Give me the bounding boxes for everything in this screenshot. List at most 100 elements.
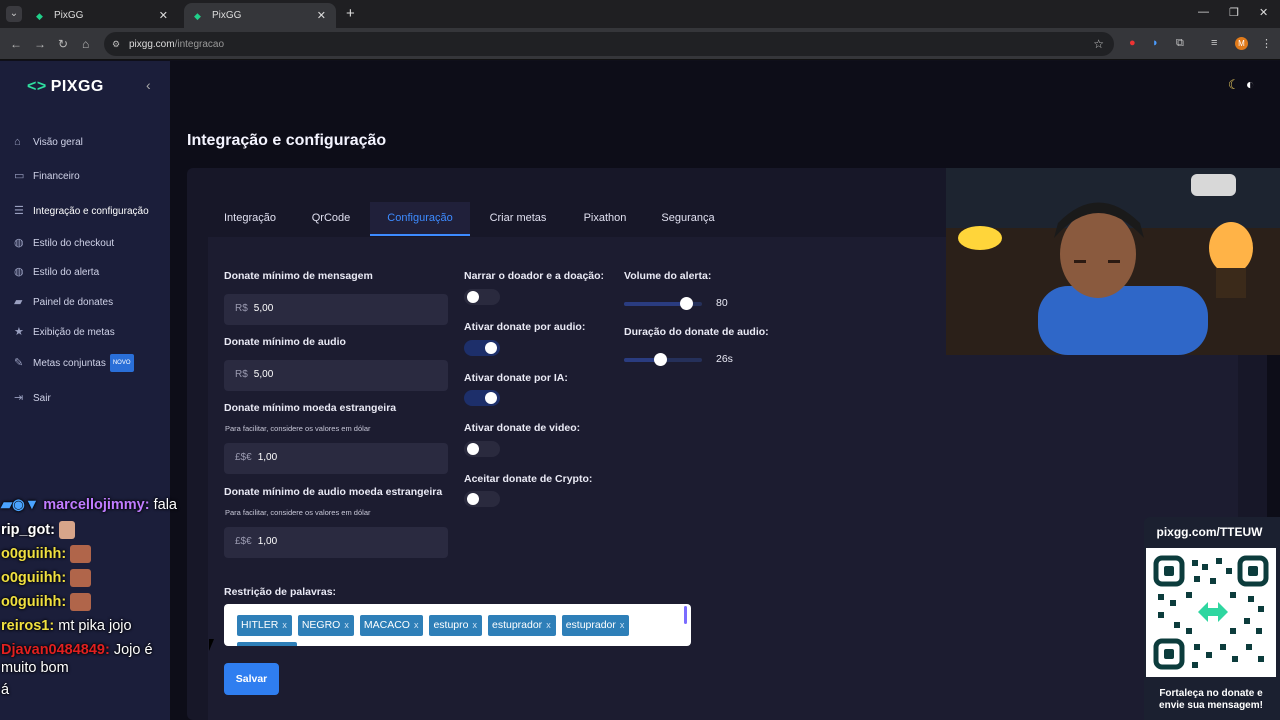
chat-username[interactable]: o0guiihh: bbox=[1, 570, 66, 586]
forward-icon[interactable]: → bbox=[34, 37, 46, 51]
remove-tag-icon[interactable]: x bbox=[546, 620, 551, 630]
bookmark-star-icon[interactable]: ☆ bbox=[1093, 37, 1104, 51]
tab-qrcode[interactable]: QrCode bbox=[298, 202, 364, 236]
browser-menu-icon[interactable]: ⋮ bbox=[1261, 37, 1272, 50]
chat-text: fala bbox=[153, 497, 177, 513]
min-message-input[interactable]: R$ 5,00 bbox=[224, 294, 448, 325]
sidebar-item-metas-conjuntas[interactable]: ✎ Metas conjuntas NOVO bbox=[14, 354, 134, 372]
min-audio-label: Donate mínimo de audio bbox=[224, 336, 346, 348]
media-icon[interactable]: ≡ bbox=[1211, 37, 1217, 49]
sidebar-item-estilo-checkout[interactable]: ◍ Estilo do checkout bbox=[14, 235, 114, 251]
chat-username[interactable]: o0guiihh: bbox=[1, 594, 66, 610]
sidebar-item-painel-donates[interactable]: ▰ Painel de donates bbox=[14, 294, 113, 310]
sidebar-item-financeiro[interactable]: ▭ Financeiro bbox=[14, 168, 80, 184]
streamer-webcam-image bbox=[946, 168, 1280, 355]
ia-donate-toggle[interactable] bbox=[464, 390, 500, 406]
address-bar[interactable]: ⚙ pixgg.com/integracao ☆ bbox=[104, 32, 1114, 56]
sidebar-item-visao-geral[interactable]: ⌂ Visão geral bbox=[14, 134, 83, 150]
extensions-puzzle-icon[interactable]: ⧉ bbox=[1176, 37, 1184, 50]
toggle-knob bbox=[467, 443, 479, 455]
restricted-word-tag[interactable]: NEGRO x bbox=[297, 615, 354, 636]
chat-emote-icon bbox=[70, 593, 92, 611]
close-tab-icon[interactable]: ✕ bbox=[317, 9, 326, 22]
new-tab-button[interactable]: + bbox=[346, 5, 355, 22]
currency-prefix: £$€ bbox=[235, 536, 252, 547]
sidebar-item-label: Financeiro bbox=[33, 171, 80, 182]
min-foreign-input[interactable]: £$€ 1,00 bbox=[224, 443, 448, 474]
volume-value: 80 bbox=[716, 297, 728, 309]
pixgg-favicon-icon: ◆ bbox=[36, 11, 43, 21]
chat-username[interactable]: rip_got: bbox=[1, 522, 55, 538]
chat-message: Djavan0484849: Jojo é bbox=[1, 642, 153, 658]
sidebar-item-estilo-alerta[interactable]: ◍ Estilo do alerta bbox=[14, 264, 99, 280]
brand-logo[interactable]: <> PIXGG bbox=[27, 78, 104, 96]
input-value: 5,00 bbox=[253, 303, 274, 314]
page-title: Integração e configuração bbox=[187, 132, 387, 149]
restricted-word-tag[interactable]: MACACO x bbox=[359, 615, 424, 636]
toggle-knob bbox=[467, 291, 479, 303]
word-restriction-input[interactable]: HITLER x NEGRO x MACACO x estupro x estuprador x e… bbox=[224, 604, 691, 646]
narrate-donor-toggle[interactable] bbox=[464, 289, 500, 305]
video-donate-toggle[interactable] bbox=[464, 441, 500, 457]
profile-avatar[interactable]: M bbox=[1235, 37, 1248, 50]
collapse-sidebar-icon[interactable]: ‹ bbox=[146, 77, 151, 93]
list-icon: ☰ bbox=[14, 205, 24, 217]
tag-overflow bbox=[237, 642, 297, 646]
extension-icon[interactable]: ● bbox=[1129, 37, 1136, 49]
browser-tab-1[interactable]: ◆ PixGG ✕ bbox=[26, 3, 178, 28]
tab-configuracao[interactable]: Configuração bbox=[370, 202, 470, 236]
min-audio-input[interactable]: R$ 5,00 bbox=[224, 360, 448, 391]
min-foreign-audio-input[interactable]: £$€ 1,00 bbox=[224, 527, 448, 558]
volume-slider[interactable] bbox=[624, 297, 702, 310]
input-value: 1,00 bbox=[257, 536, 278, 547]
restricted-word-tag[interactable]: estuprador x bbox=[487, 615, 556, 636]
remove-tag-icon[interactable]: x bbox=[472, 620, 477, 630]
crypto-donate-toggle[interactable] bbox=[464, 491, 500, 507]
chat-text: muito bom bbox=[1, 660, 69, 676]
site-info-icon[interactable]: ⚙ bbox=[112, 39, 120, 50]
tab-criar-metas[interactable]: Criar metas bbox=[476, 202, 560, 236]
tag-label: MACACO bbox=[363, 619, 410, 631]
audio-duration-value: 26s bbox=[716, 353, 733, 365]
folder-icon: ▰ bbox=[14, 296, 23, 308]
chat-username[interactable]: Djavan0484849: bbox=[1, 642, 110, 658]
chat-username[interactable]: reiros1: bbox=[1, 618, 54, 634]
remove-tag-icon[interactable]: x bbox=[282, 620, 287, 630]
close-window-button[interactable]: ✕ bbox=[1259, 6, 1268, 19]
chat-username[interactable]: o0guiihh: bbox=[1, 546, 66, 562]
chat-message: muito bom bbox=[1, 660, 69, 676]
browser-tab-2[interactable]: ◆ PixGG ✕ bbox=[184, 3, 336, 28]
slider-thumb[interactable] bbox=[653, 353, 667, 366]
theme-toggle-icon[interactable]: ◐ bbox=[1246, 76, 1254, 92]
remove-tag-icon[interactable]: x bbox=[620, 620, 625, 630]
audio-duration-slider[interactable] bbox=[624, 353, 702, 366]
sidebar-item-label: Painel de donates bbox=[33, 297, 114, 308]
chat-username[interactable]: marcellojimmy: bbox=[43, 497, 149, 513]
restore-button[interactable]: ❐ bbox=[1229, 6, 1239, 19]
sidebar-item-exibicao-metas[interactable]: ★ Exibição de metas bbox=[14, 324, 115, 340]
tag-label: HITLER bbox=[241, 619, 279, 631]
tagbox-scrollbar[interactable] bbox=[684, 606, 687, 624]
tab-integracao[interactable]: Integração bbox=[208, 202, 292, 236]
home-icon[interactable]: ⌂ bbox=[82, 37, 89, 51]
audio-donate-toggle[interactable] bbox=[464, 340, 500, 356]
chat-emote-icon bbox=[70, 569, 92, 587]
close-tab-icon[interactable]: ✕ bbox=[159, 9, 168, 22]
sidebar-item-integracao[interactable]: ☰ Integração e configuração bbox=[14, 203, 149, 219]
tab-pixathon[interactable]: Pixathon bbox=[566, 202, 644, 236]
remove-tag-icon[interactable]: x bbox=[344, 620, 349, 630]
remove-tag-icon[interactable]: x bbox=[414, 620, 419, 630]
reload-icon[interactable]: ↻ bbox=[58, 37, 68, 51]
tab-seguranca[interactable]: Segurança bbox=[650, 202, 726, 236]
browser-tab-strip: ⌄ ◆ PixGG ✕ ◆ PixGG ✕ + — ❐ ✕ bbox=[0, 0, 1280, 28]
restricted-word-tag[interactable]: estuprador x bbox=[561, 615, 630, 636]
restricted-word-tag[interactable]: estupro x bbox=[429, 615, 482, 636]
restricted-word-tag[interactable]: HITLER x bbox=[237, 615, 292, 636]
tab-search-icon[interactable]: ⌄ bbox=[6, 6, 22, 22]
back-icon[interactable]: ← bbox=[10, 37, 22, 51]
save-button[interactable]: Salvar bbox=[224, 663, 279, 695]
minimize-button[interactable]: — bbox=[1198, 6, 1209, 18]
input-value: 5,00 bbox=[253, 369, 274, 380]
sidebar-item-sair[interactable]: ⇥ Sair bbox=[14, 390, 51, 406]
extension-icon[interactable]: ◗ bbox=[1152, 37, 1159, 49]
